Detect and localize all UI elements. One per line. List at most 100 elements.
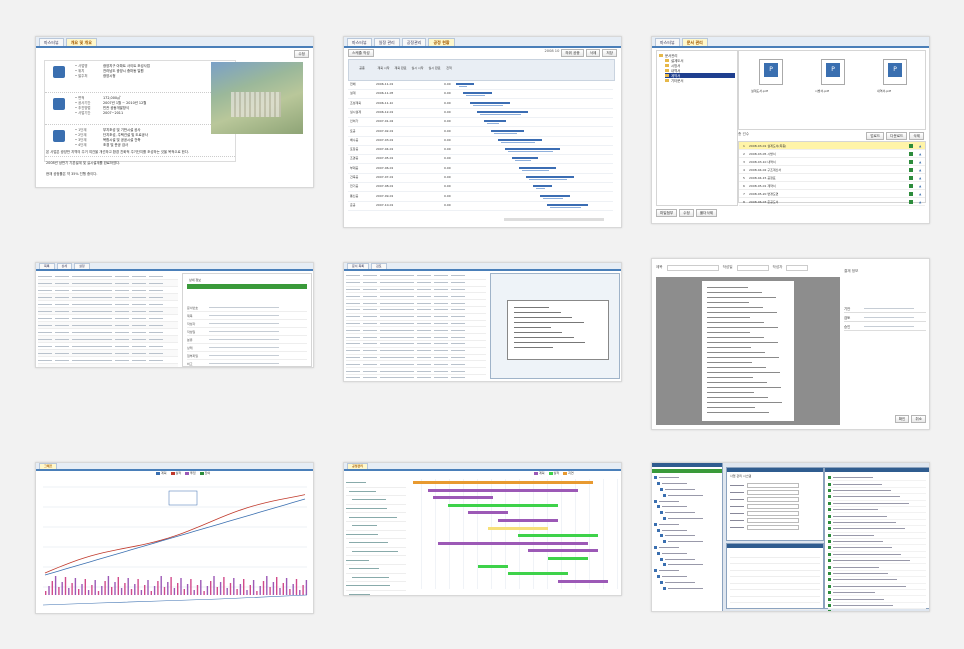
list-item[interactable] bbox=[346, 361, 486, 369]
gantt-bar[interactable] bbox=[508, 572, 568, 576]
form-input[interactable] bbox=[747, 511, 799, 516]
tab-list[interactable]: 목록 bbox=[39, 263, 55, 269]
file-icon-2[interactable]: P bbox=[821, 59, 845, 85]
form-input[interactable] bbox=[747, 490, 799, 495]
confirm-button[interactable]: 확인 bbox=[894, 415, 910, 423]
form-input[interactable] bbox=[747, 497, 799, 502]
list-row[interactable] bbox=[730, 603, 820, 610]
tree-node[interactable] bbox=[663, 585, 720, 591]
list-item[interactable] bbox=[38, 280, 178, 287]
tab-process-status[interactable]: 공정 현황 bbox=[428, 38, 455, 46]
cancel-button[interactable]: 취소 bbox=[911, 415, 926, 423]
task-row[interactable] bbox=[346, 565, 406, 574]
list-item[interactable] bbox=[346, 273, 486, 280]
table-row[interactable]: 7 2008-05-20 변경도면 ▲ bbox=[739, 190, 925, 198]
gantt-bar[interactable] bbox=[498, 519, 558, 522]
task-row[interactable] bbox=[346, 505, 406, 514]
list-item[interactable] bbox=[346, 287, 486, 294]
gantt-bar[interactable] bbox=[518, 534, 598, 538]
download-button[interactable]: 다운로드 bbox=[886, 132, 908, 140]
task-row[interactable] bbox=[346, 591, 406, 595]
tab-graph[interactable]: 그래프 bbox=[39, 463, 58, 469]
table-row[interactable]: 1 2008-03-01 설계도서(최종) ▲ bbox=[739, 142, 925, 150]
list-item[interactable] bbox=[346, 355, 486, 362]
gantt-bar[interactable] bbox=[528, 549, 598, 553]
gantt-bar[interactable] bbox=[413, 481, 593, 484]
create-schedule-button[interactable]: 스케줄 작성 bbox=[348, 49, 374, 57]
list-item[interactable] bbox=[38, 336, 178, 343]
detail-row[interactable] bbox=[828, 609, 926, 611]
modify-button[interactable]: 수정 bbox=[679, 209, 694, 217]
tab-doc-list[interactable]: 문서 목록 bbox=[347, 263, 369, 269]
table-row[interactable]: 8 2008-06-03 준공도서 ▲ bbox=[739, 198, 925, 206]
list-item[interactable] bbox=[346, 293, 486, 301]
list-item[interactable] bbox=[38, 343, 178, 350]
gantt-bar[interactable] bbox=[548, 557, 588, 560]
list-item[interactable] bbox=[38, 287, 178, 294]
tab-master[interactable]: 마스터뷰 bbox=[347, 38, 372, 46]
list-item[interactable] bbox=[346, 341, 486, 348]
list-item[interactable] bbox=[346, 327, 486, 335]
gantt-row[interactable]: 준공 2007-10-01 0.00 bbox=[348, 201, 613, 211]
list-item[interactable] bbox=[346, 348, 486, 355]
folder-delete-button[interactable]: 폴더삭제 bbox=[695, 209, 718, 217]
task-row[interactable] bbox=[346, 522, 406, 531]
gantt-bar[interactable] bbox=[438, 541, 588, 545]
gantt-bar[interactable] bbox=[478, 564, 508, 568]
tab-process[interactable]: 공정관리 bbox=[401, 38, 427, 46]
file-icon-3[interactable]: P bbox=[883, 59, 907, 85]
task-row[interactable] bbox=[346, 488, 406, 497]
date-field[interactable] bbox=[736, 265, 769, 271]
gantt-bar[interactable] bbox=[428, 488, 578, 492]
list-item[interactable] bbox=[38, 329, 178, 336]
table-row[interactable]: 4 2008-04-02 구조계산서 ▲ bbox=[739, 166, 925, 174]
form-input[interactable] bbox=[747, 518, 799, 523]
form-input[interactable] bbox=[747, 504, 799, 509]
author-field[interactable] bbox=[786, 265, 809, 271]
tab-documents[interactable]: 문서 관리 bbox=[681, 38, 708, 46]
task-row[interactable] bbox=[346, 496, 406, 505]
list-item[interactable] bbox=[346, 368, 486, 375]
task-row[interactable] bbox=[346, 548, 406, 557]
attach-button[interactable]: 파일첨부 bbox=[656, 209, 678, 217]
gantt-bar[interactable] bbox=[433, 496, 493, 500]
edit-button[interactable]: 수정 bbox=[294, 50, 309, 58]
list-item[interactable] bbox=[38, 308, 178, 315]
file-icon-1[interactable]: P bbox=[759, 59, 783, 85]
gantt-bar[interactable] bbox=[558, 579, 608, 583]
delete-button[interactable]: 삭제 bbox=[585, 49, 601, 57]
list-item[interactable] bbox=[346, 375, 486, 381]
tab-process[interactable]: 공정관리 bbox=[347, 463, 369, 469]
list-item[interactable] bbox=[346, 300, 486, 307]
save-button[interactable]: 저장 bbox=[602, 49, 617, 57]
gantt-bar[interactable] bbox=[488, 526, 548, 530]
delete-button[interactable]: 삭제 bbox=[909, 132, 924, 140]
task-row[interactable] bbox=[346, 531, 406, 540]
list-item[interactable] bbox=[38, 315, 178, 322]
title-field[interactable] bbox=[666, 265, 719, 271]
list-item[interactable] bbox=[38, 364, 178, 367]
form-input[interactable] bbox=[747, 483, 799, 488]
tab-detail[interactable]: 상세 bbox=[56, 263, 73, 269]
tab-master[interactable]: 마스터뷰 bbox=[655, 38, 680, 46]
upload-button[interactable]: 업로드 bbox=[866, 132, 885, 140]
tree-node[interactable]: 기타문서 bbox=[665, 78, 735, 83]
list-item[interactable] bbox=[38, 322, 178, 329]
list-item[interactable] bbox=[346, 280, 486, 287]
tab-overview[interactable]: 개요 및 개요 bbox=[65, 38, 97, 46]
list-item[interactable] bbox=[38, 350, 178, 357]
list-item[interactable] bbox=[38, 273, 178, 280]
form-input[interactable] bbox=[747, 525, 799, 530]
gantt-bar[interactable] bbox=[468, 511, 508, 515]
task-row[interactable] bbox=[346, 479, 406, 488]
list-item[interactable] bbox=[346, 314, 486, 321]
table-row[interactable]: 5 2008-04-15 공정표 ▲ bbox=[739, 174, 925, 182]
list-item[interactable] bbox=[346, 334, 486, 341]
task-row[interactable] bbox=[346, 574, 406, 583]
list-item[interactable] bbox=[38, 301, 178, 308]
table-row[interactable]: 3 2008-03-10 내역서 ▲ bbox=[739, 158, 925, 166]
gantt-bar[interactable] bbox=[448, 503, 558, 507]
list-item[interactable] bbox=[346, 321, 486, 328]
task-row[interactable] bbox=[346, 556, 406, 565]
table-row[interactable]: 6 2008-05-01 계약서 ▲ bbox=[739, 182, 925, 190]
